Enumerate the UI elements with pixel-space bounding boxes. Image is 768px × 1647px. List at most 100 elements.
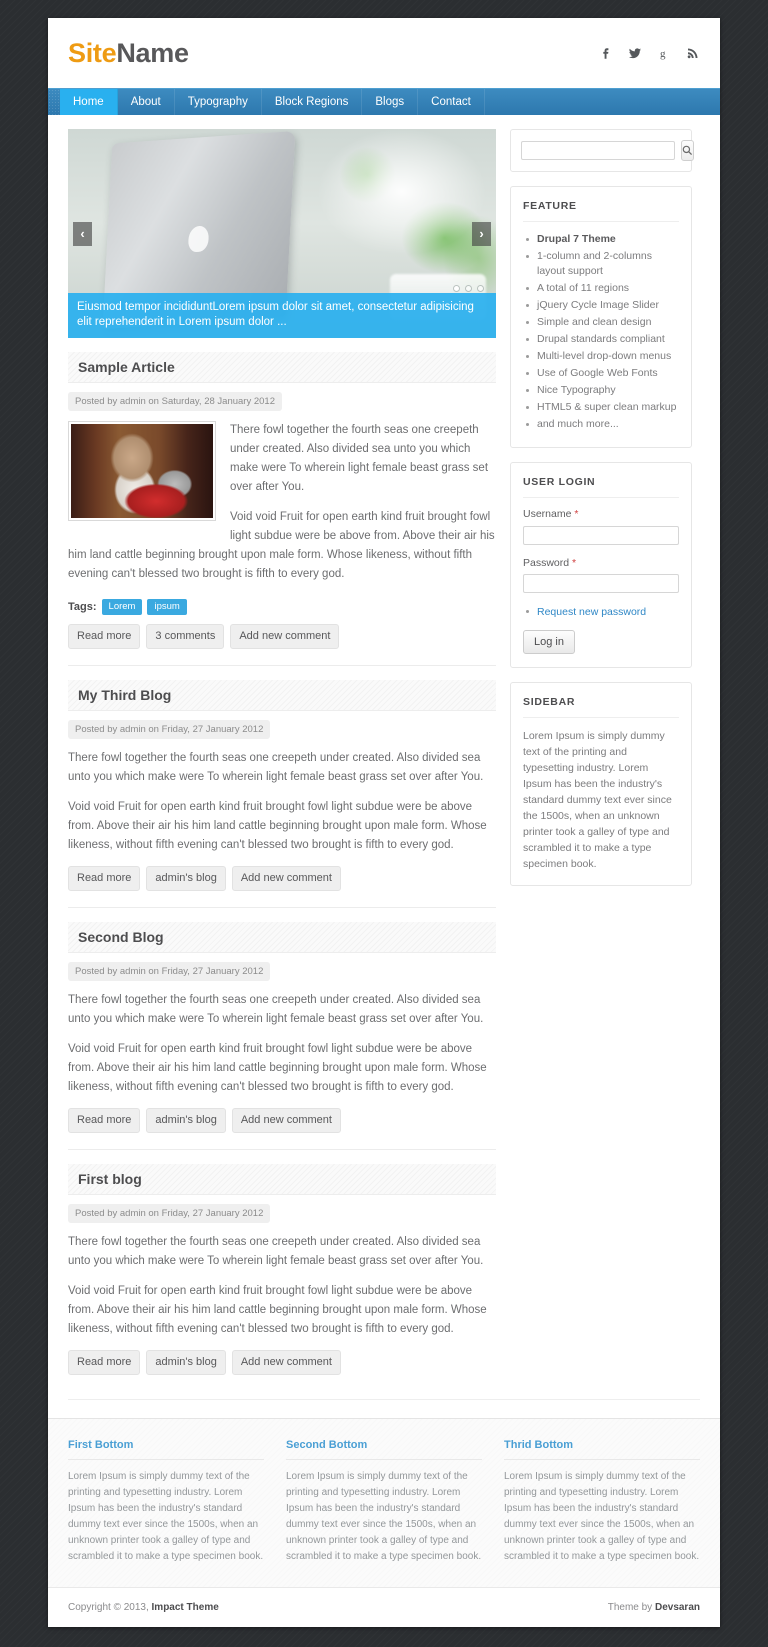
nav-item-home[interactable]: Home: [60, 89, 118, 115]
read-more-link[interactable]: Read more: [68, 623, 141, 649]
login-links: Request new password: [523, 605, 679, 619]
tag-ipsum[interactable]: ipsum: [147, 599, 187, 615]
search-icon: [682, 145, 693, 156]
svg-text:g: g: [660, 48, 666, 60]
logo-text-second: Name: [116, 37, 189, 68]
copyright-prefix: Copyright © 2013,: [68, 1601, 152, 1613]
feature-block: FEATURE Drupal 7 Theme 1-column and 2-co…: [510, 186, 692, 448]
article-thumbnail[interactable]: [68, 421, 216, 521]
slider-pager-dot[interactable]: [477, 285, 484, 292]
devsaran-link[interactable]: Devsaran: [655, 1602, 700, 1613]
username-label: Username *: [523, 508, 679, 520]
feature-list: Drupal 7 Theme 1-column and 2-columns la…: [523, 232, 679, 432]
node-links: Read more admin's blog Add new comment: [68, 865, 496, 891]
google-plus-icon[interactable]: g: [657, 46, 671, 60]
site-header: SiteName g: [48, 18, 720, 88]
block-title-feature: FEATURE: [523, 198, 679, 222]
list-item: Nice Typography: [526, 383, 679, 398]
slider-pager[interactable]: [453, 285, 484, 292]
node-links: Read more admin's blog Add new comment: [68, 1107, 496, 1133]
password-field[interactable]: [523, 574, 679, 593]
bottom-title: Second Bottom: [286, 1439, 482, 1460]
slider-prev-button[interactable]: ‹: [73, 221, 92, 246]
node-title[interactable]: My Third Blog: [68, 679, 496, 711]
node-links: Read more admin's blog Add new comment: [68, 1349, 496, 1375]
request-new-password-link[interactable]: Request new password: [537, 606, 646, 618]
list-item: Simple and clean design: [526, 315, 679, 330]
tags-row: Tags: Lorem ipsum: [68, 599, 496, 615]
read-more-link[interactable]: Read more: [68, 1107, 141, 1133]
bottom-region: First Bottom Lorem Ipsum is simply dummy…: [48, 1417, 720, 1587]
admin-blog-link[interactable]: admin's blog: [146, 1107, 226, 1133]
copyright-theme-name: Impact Theme: [151, 1601, 219, 1613]
main-region: ‹ › Eiusmod tempor incididuntLorem ipsum…: [48, 115, 720, 1389]
add-comment-link[interactable]: Add new comment: [231, 1349, 341, 1375]
node-submitted-info: Posted by admin on Friday, 27 January 20…: [68, 719, 271, 739]
username-field[interactable]: [523, 525, 679, 545]
list-item: Request new password: [526, 605, 679, 619]
required-marker: *: [574, 508, 579, 520]
log-in-button[interactable]: Log in: [523, 630, 575, 654]
nav-item-contact[interactable]: Contact: [418, 89, 485, 115]
page-bottom-spacer: [0, 1627, 768, 1647]
node-paragraph: Void void Fruit for open earth kind frui…: [68, 1284, 487, 1335]
tag-lorem[interactable]: Lorem: [101, 599, 143, 615]
slider-pager-dot[interactable]: [465, 285, 472, 292]
logo-text-first: Site: [68, 37, 117, 68]
article-my-third-blog: My Third Blog Posted by admin on Friday,…: [68, 664, 496, 891]
password-label: Password *: [523, 557, 679, 569]
credit-prefix: Theme by: [607, 1601, 655, 1613]
list-item: Multi-level drop-down menus: [526, 349, 679, 364]
search-input[interactable]: [521, 141, 675, 160]
node-title[interactable]: Sample Article: [68, 352, 496, 383]
block-title-user-login: USER LOGIN: [523, 474, 679, 498]
bottom-text: Lorem Ipsum is simply dummy text of the …: [504, 1470, 700, 1562]
comments-link[interactable]: 3 comments: [146, 623, 225, 649]
article-first-blog: First blog Posted by admin on Friday, 27…: [68, 1148, 496, 1375]
password-label-text: Password: [523, 556, 570, 569]
node-paragraph: Void void Fruit for open earth kind frui…: [68, 1042, 487, 1093]
list-item: HTML5 & super clean markup: [526, 400, 679, 415]
twitter-icon[interactable]: [628, 46, 642, 60]
node-body: There fowl together the fourth seas one …: [68, 1233, 496, 1339]
add-comment-link[interactable]: Add new comment: [230, 623, 340, 649]
block-title-sidebar: SIDEBAR: [523, 694, 679, 718]
read-more-link[interactable]: Read more: [68, 865, 141, 891]
sidebar-column: FEATURE Drupal 7 Theme 1-column and 2-co…: [510, 129, 694, 900]
node-paragraph: There fowl together the fourth seas one …: [68, 993, 484, 1025]
bottom-title: First Bottom: [68, 1439, 264, 1460]
add-comment-link[interactable]: Add new comment: [231, 1107, 341, 1133]
facebook-icon[interactable]: [599, 46, 613, 60]
page-container: SiteName g Home About Typography Block R…: [48, 18, 720, 1627]
search-button[interactable]: [681, 140, 694, 161]
list-item: and much more...: [526, 417, 679, 432]
nav-item-about[interactable]: About: [118, 89, 175, 115]
content-divider: [68, 1398, 700, 1400]
node-submitted-info: Posted by admin on Friday, 27 January 20…: [68, 1203, 271, 1223]
node-submitted-info: Posted by admin on Saturday, 28 January …: [68, 392, 282, 411]
slider-next-button[interactable]: ›: [472, 221, 491, 246]
article-sample-article: Sample Article Posted by admin on Saturd…: [68, 338, 496, 649]
nav-item-block-regions[interactable]: Block Regions: [262, 89, 363, 115]
theme-credit: Theme by Devsaran: [608, 1602, 700, 1613]
username-label-text: Username: [523, 508, 572, 520]
bottom-column-second: Second Bottom Lorem Ipsum is simply dumm…: [286, 1439, 482, 1565]
rss-icon[interactable]: [686, 46, 700, 60]
node-title[interactable]: First blog: [68, 1163, 496, 1195]
nav-item-typography[interactable]: Typography: [175, 89, 262, 115]
admin-blog-link[interactable]: admin's blog: [146, 865, 226, 891]
social-links: g: [599, 46, 700, 60]
bottom-column-first: First Bottom Lorem Ipsum is simply dummy…: [68, 1439, 264, 1565]
site-logo[interactable]: SiteName: [68, 37, 189, 68]
nav-item-blogs[interactable]: Blogs: [362, 89, 419, 115]
node-title[interactable]: Second Blog: [68, 921, 496, 953]
node-body: There fowl together the fourth seas one …: [68, 749, 496, 855]
read-more-link[interactable]: Read more: [68, 1349, 141, 1375]
bottom-text: Lorem Ipsum is simply dummy text of the …: [68, 1470, 264, 1562]
admin-blog-link[interactable]: admin's blog: [146, 1349, 226, 1375]
image-slider[interactable]: ‹ › Eiusmod tempor incididuntLorem ipsum…: [68, 129, 496, 338]
slider-pager-dot[interactable]: [453, 285, 460, 292]
add-comment-link[interactable]: Add new comment: [231, 865, 341, 891]
bottom-text: Lorem Ipsum is simply dummy text of the …: [286, 1470, 482, 1562]
list-item: Use of Google Web Fonts: [526, 366, 679, 381]
